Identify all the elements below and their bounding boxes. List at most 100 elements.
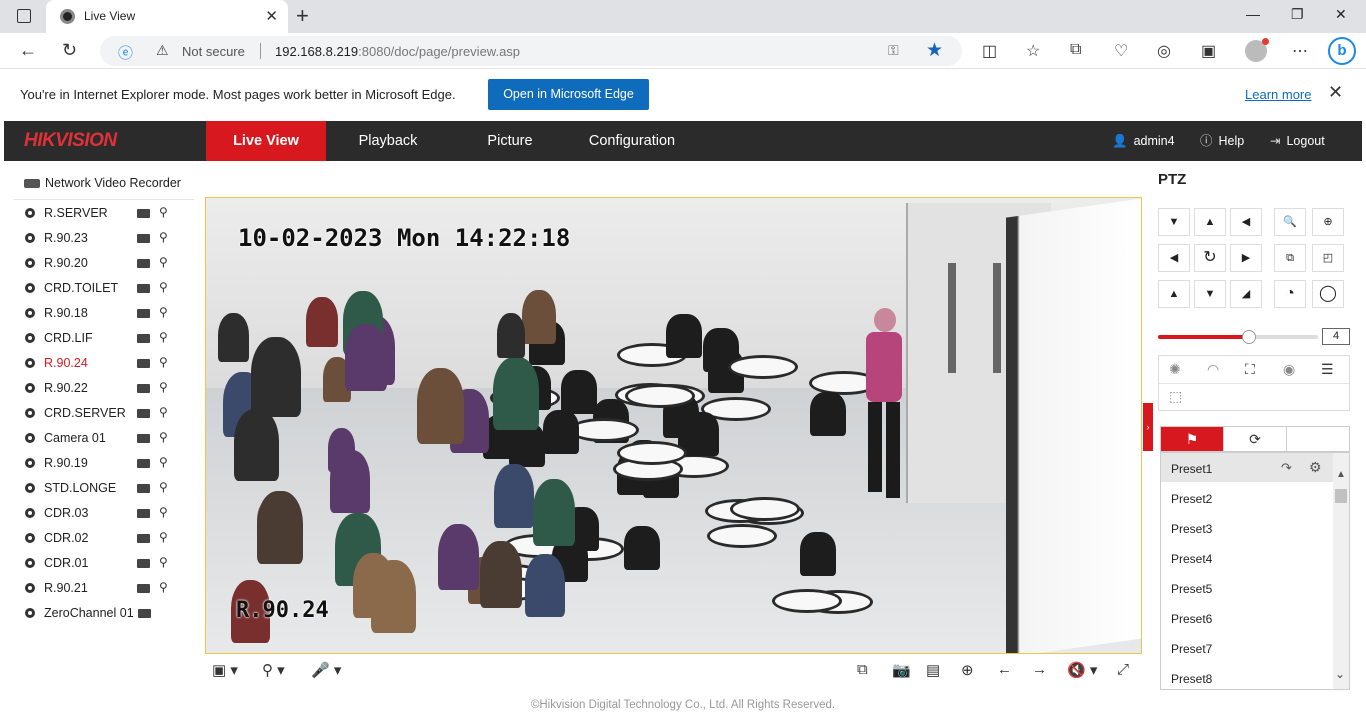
speed-slider-knob[interactable] (1242, 330, 1257, 344)
preset-item[interactable]: Preset7 (1161, 633, 1349, 663)
ptz-collapse-handle[interactable]: › (1143, 403, 1153, 451)
camera-record-icon[interactable] (137, 234, 150, 243)
scroll-thumb[interactable] (1335, 489, 1347, 503)
camera-record-icon[interactable] (137, 509, 150, 518)
camera-ptz-icon[interactable]: ⚲ (159, 530, 174, 545)
window-close-icon[interactable]: ✕ (1335, 6, 1347, 23)
ptz-down-right-icon[interactable]: ◢ (1230, 280, 1262, 308)
lens-init-icon[interactable]: ◉ (1283, 361, 1295, 378)
camera-item[interactable]: CDR.03 ⚲ (14, 500, 194, 525)
ptz-speed-slider[interactable] (1158, 330, 1318, 344)
camera-ptz-icon[interactable]: ⚲ (159, 305, 174, 320)
back-icon[interactable]: ← (19, 40, 37, 61)
camera-record-icon[interactable] (137, 584, 150, 593)
ptz-down-left-icon[interactable]: ▲ (1158, 280, 1190, 308)
live-video-window[interactable]: 10-02-2023 Mon 14:22:18 R.90.24 (205, 197, 1142, 654)
logout-link[interactable]: ⇥ Logout (1270, 121, 1325, 161)
focus-near-icon[interactable]: ⧉ (1274, 244, 1306, 272)
menu-picture[interactable]: Picture (450, 121, 570, 161)
open-in-edge-button[interactable]: Open in Microsoft Edge (488, 79, 649, 110)
preset-item[interactable]: Preset6 (1161, 603, 1349, 633)
iris-close-icon[interactable]: ◔ (1274, 280, 1306, 308)
auxiliary-focus-icon[interactable]: ⛶ (1245, 361, 1255, 378)
stream-type-icon[interactable]: ⚲ ▾ (262, 661, 285, 679)
camera-item[interactable]: CRD.SERVER ⚲ (14, 400, 194, 425)
zoom-out-icon[interactable]: 🔍 (1274, 208, 1306, 236)
tab-preset[interactable]: ⚑ (1161, 427, 1224, 451)
ptz-up-left-icon[interactable]: ▼ (1158, 208, 1190, 236)
camera-item[interactable]: R.SERVER ⚲ (14, 200, 194, 225)
user-menu[interactable]: 👤 admin4 (1112, 121, 1175, 161)
not-secure-label[interactable]: Not secure (182, 44, 245, 59)
preset-item[interactable]: Preset5 (1161, 573, 1349, 603)
profile-avatar-icon[interactable] (1245, 38, 1269, 62)
camera-ptz-icon[interactable]: ⚲ (159, 430, 174, 445)
camera-item[interactable]: CRD.LIF ⚲ (14, 325, 194, 350)
key-icon[interactable]: ⚿ (888, 42, 899, 59)
menu-configuration[interactable]: Configuration (570, 121, 694, 161)
camera-ptz-icon[interactable]: ⚲ (159, 230, 174, 245)
health-icon[interactable]: ♡ (1114, 41, 1128, 61)
iris-open-icon[interactable]: ◯ (1312, 280, 1344, 308)
menu-icon[interactable]: ☰ (1321, 361, 1334, 378)
favorite-star-icon[interactable]: ★ (926, 39, 943, 62)
refresh-icon[interactable]: ↻ (62, 40, 77, 61)
light-icon[interactable]: ✺ (1169, 361, 1181, 378)
camera-record-icon[interactable] (138, 609, 151, 618)
camera-item[interactable]: R.90.20 ⚲ (14, 250, 194, 275)
tab-patrol[interactable]: ⟳ (1224, 427, 1287, 451)
ptz-down-icon[interactable]: ▼ (1194, 280, 1226, 308)
camera-record-icon[interactable] (137, 484, 150, 493)
camera-item[interactable]: R.90.24 ⚲ (14, 350, 194, 375)
camera-ptz-icon[interactable]: ⚲ (159, 480, 174, 495)
camera-record-icon[interactable] (137, 559, 150, 568)
camera-ptz-icon[interactable]: ⚲ (159, 255, 174, 270)
restore-icon[interactable]: ❐ (1291, 6, 1304, 23)
camera-ptz-icon[interactable]: ⚲ (159, 330, 174, 345)
more-options-icon[interactable]: ⋯ (1292, 41, 1308, 61)
camera-record-icon[interactable] (137, 384, 150, 393)
camera-ptz-icon[interactable]: ⚲ (159, 280, 174, 295)
minimize-icon[interactable]: — (1246, 6, 1260, 22)
set-preset-gear-icon[interactable]: ⚙ (1309, 459, 1322, 476)
tab-actions-icon[interactable] (17, 9, 31, 23)
ptz-up-right-icon[interactable]: ◀ (1230, 208, 1262, 236)
camera-ptz-icon[interactable]: ⚲ (159, 355, 174, 370)
preset-item[interactable]: Preset2 (1161, 483, 1349, 513)
scroll-down-icon[interactable]: ⌄ (1335, 667, 1345, 681)
camera-item[interactable]: CDR.01 ⚲ (14, 550, 194, 575)
window-division-icon[interactable]: ▣ ▾ (212, 661, 238, 679)
digital-zoom-icon[interactable]: ⊕ (961, 661, 974, 679)
browser-tab[interactable]: Live View ✕ (46, 0, 288, 33)
infobar-close-icon[interactable]: ✕ (1328, 82, 1343, 103)
camera-ptz-icon[interactable]: ⚲ (159, 380, 174, 395)
camera-record-icon[interactable] (137, 534, 150, 543)
ptz-right-icon[interactable]: ▶ (1230, 244, 1262, 272)
camera-item[interactable]: STD.LONGE ⚲ (14, 475, 194, 500)
call-preset-icon[interactable]: ↷ (1281, 460, 1292, 476)
record-icon[interactable]: ▤ (926, 661, 940, 679)
previous-page-icon[interactable]: ← (997, 661, 1012, 678)
learn-more-link[interactable]: Learn more (1245, 87, 1311, 102)
preset-scrollbar[interactable]: ▲ ⌄ (1333, 453, 1349, 689)
browser-essentials-icon[interactable]: ▣ (1201, 41, 1216, 61)
camera-item[interactable]: R.90.21 ⚲ (14, 575, 194, 600)
menu-live-view[interactable]: Live View (206, 121, 326, 161)
preset-item[interactable]: Preset1 ↷ ⚙ (1161, 453, 1349, 483)
performance-icon[interactable]: ◎ (1157, 41, 1171, 61)
camera-item[interactable]: ZeroChannel 01 (14, 600, 194, 625)
audio-mute-icon[interactable]: 🔇 ▾ (1067, 661, 1097, 679)
help-link[interactable]: ⓘ Help (1200, 121, 1244, 161)
camera-record-icon[interactable] (137, 309, 150, 318)
next-page-icon[interactable]: → (1032, 661, 1047, 678)
microphone-icon[interactable]: 🎤 ▾ (311, 661, 341, 679)
camera-item[interactable]: R.90.23 ⚲ (14, 225, 194, 250)
camera-record-icon[interactable] (137, 409, 150, 418)
manual-tracking-icon[interactable]: ⬚ (1169, 388, 1182, 405)
camera-record-icon[interactable] (137, 434, 150, 443)
nvr-root[interactable]: Network Video Recorder (24, 176, 181, 190)
bing-copilot-icon[interactable]: b (1328, 37, 1356, 65)
camera-ptz-icon[interactable]: ⚲ (159, 580, 174, 595)
capture-icon[interactable]: 📷 (892, 661, 911, 679)
camera-record-icon[interactable] (137, 359, 150, 368)
